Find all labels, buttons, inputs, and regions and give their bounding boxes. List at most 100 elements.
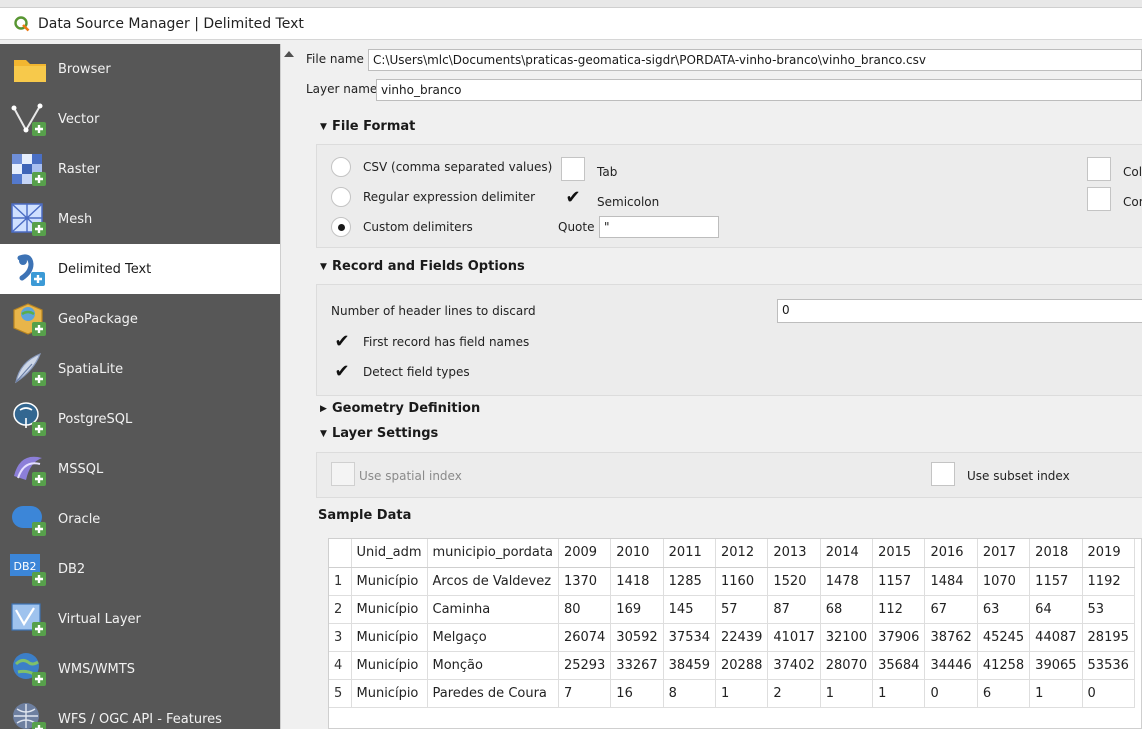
- table-cell[interactable]: Melgaço: [427, 623, 559, 652]
- custom-delimiters-radio[interactable]: [331, 217, 351, 237]
- table-cell[interactable]: 1160: [715, 567, 769, 596]
- table-cell[interactable]: 22439: [715, 623, 769, 652]
- scroll-up-icon[interactable]: [284, 51, 294, 57]
- sidebar-item-browser[interactable]: Browser: [0, 44, 295, 94]
- column-header[interactable]: 2018: [1029, 539, 1083, 568]
- table-cell[interactable]: 7: [558, 679, 612, 708]
- quote-field[interactable]: ": [599, 216, 719, 238]
- colon-checkbox[interactable]: [1087, 157, 1111, 181]
- sidebar-item-oracle[interactable]: Oracle: [0, 494, 295, 544]
- layer-settings-header[interactable]: ▼ Layer Settings: [320, 426, 438, 441]
- subset-index-checkbox[interactable]: [931, 462, 955, 486]
- sidebar-item-vector[interactable]: Vector: [0, 94, 295, 144]
- semicolon-checkbox[interactable]: ✔: [561, 187, 585, 211]
- layer-name-field[interactable]: vinho_branco: [376, 79, 1142, 101]
- table-cell[interactable]: 145: [663, 595, 717, 624]
- table-cell[interactable]: 45245: [977, 623, 1031, 652]
- table-cell[interactable]: 57: [715, 595, 769, 624]
- table-cell[interactable]: 41258: [977, 651, 1031, 680]
- table-cell[interactable]: Monção: [427, 651, 559, 680]
- column-header[interactable]: municipio_pordata: [427, 539, 559, 568]
- table-cell[interactable]: 1: [715, 679, 769, 708]
- table-cell[interactable]: 112: [872, 595, 926, 624]
- table-cell[interactable]: 2: [767, 679, 821, 708]
- row-index-cell[interactable]: 5: [329, 679, 352, 708]
- table-cell[interactable]: 28070: [820, 651, 874, 680]
- record-options-header[interactable]: ▼ Record and Fields Options: [320, 259, 525, 274]
- table-cell[interactable]: 0: [924, 679, 978, 708]
- table-cell[interactable]: 33267: [610, 651, 664, 680]
- column-header[interactable]: 2010: [610, 539, 664, 568]
- table-cell[interactable]: 1484: [924, 567, 978, 596]
- row-index-cell[interactable]: 3: [329, 623, 352, 652]
- tab-checkbox[interactable]: [561, 157, 585, 181]
- table-cell[interactable]: Município: [351, 651, 428, 680]
- table-cell[interactable]: 37402: [767, 651, 821, 680]
- table-cell[interactable]: 8: [663, 679, 717, 708]
- table-cell[interactable]: 68: [820, 595, 874, 624]
- table-cell[interactable]: 37534: [663, 623, 717, 652]
- table-cell[interactable]: Município: [351, 567, 428, 596]
- table-cell[interactable]: 87: [767, 595, 821, 624]
- detect-types-checkbox[interactable]: ✔: [331, 361, 353, 383]
- column-header[interactable]: 2012: [715, 539, 769, 568]
- table-cell[interactable]: Caminha: [427, 595, 559, 624]
- table-cell[interactable]: 30592: [610, 623, 664, 652]
- spatial-index-checkbox[interactable]: [331, 462, 355, 486]
- table-cell[interactable]: 37906: [872, 623, 926, 652]
- table-cell[interactable]: 32100: [820, 623, 874, 652]
- table-cell[interactable]: 80: [558, 595, 612, 624]
- table-cell[interactable]: Município: [351, 623, 428, 652]
- column-header[interactable]: 2011: [663, 539, 717, 568]
- table-cell[interactable]: 1418: [610, 567, 664, 596]
- table-cell[interactable]: 63: [977, 595, 1031, 624]
- row-index-cell[interactable]: 1: [329, 567, 352, 596]
- table-cell[interactable]: 20288: [715, 651, 769, 680]
- table-cell[interactable]: Município: [351, 679, 428, 708]
- column-header[interactable]: 2013: [767, 539, 821, 568]
- csv-radio[interactable]: [331, 157, 351, 177]
- table-cell[interactable]: 1: [1029, 679, 1083, 708]
- table-cell[interactable]: 1192: [1082, 567, 1135, 596]
- table-cell[interactable]: 1370: [558, 567, 612, 596]
- sidebar-item-db2[interactable]: DB2 DB2: [0, 544, 295, 594]
- table-cell[interactable]: 67: [924, 595, 978, 624]
- table-cell[interactable]: 39065: [1029, 651, 1083, 680]
- sidebar-item-geopackage[interactable]: GeoPackage: [0, 294, 295, 344]
- row-index-header[interactable]: [329, 539, 352, 568]
- sidebar-scrollbar[interactable]: [280, 44, 295, 729]
- file-format-header[interactable]: ▼ File Format: [320, 119, 415, 134]
- table-cell[interactable]: 28195: [1082, 623, 1135, 652]
- sidebar-item-virtual-layer[interactable]: Virtual Layer: [0, 594, 295, 644]
- column-header[interactable]: Unid_adm: [351, 539, 428, 568]
- sidebar-item-wms-wmts[interactable]: WMS/WMTS: [0, 644, 295, 694]
- sidebar-item-delimited-text[interactable]: Delimited Text: [0, 244, 295, 294]
- column-header[interactable]: 2015: [872, 539, 926, 568]
- sidebar-item-spatialite[interactable]: SpatiaLite: [0, 344, 295, 394]
- column-header[interactable]: 2019: [1082, 539, 1135, 568]
- sidebar-item-mssql[interactable]: MSSQL: [0, 444, 295, 494]
- table-cell[interactable]: 53536: [1082, 651, 1135, 680]
- table-cell[interactable]: 64: [1029, 595, 1083, 624]
- column-header[interactable]: 2017: [977, 539, 1031, 568]
- table-cell[interactable]: 41017: [767, 623, 821, 652]
- row-index-cell[interactable]: 2: [329, 595, 352, 624]
- table-cell[interactable]: 44087: [1029, 623, 1083, 652]
- table-cell[interactable]: 169: [610, 595, 664, 624]
- table-cell[interactable]: 38762: [924, 623, 978, 652]
- table-cell[interactable]: 1: [820, 679, 874, 708]
- header-lines-spinbox[interactable]: 0: [777, 299, 1142, 323]
- table-cell[interactable]: 35684: [872, 651, 926, 680]
- first-record-checkbox[interactable]: ✔: [331, 331, 353, 353]
- sidebar-item-postgresql[interactable]: PostgreSQL: [0, 394, 295, 444]
- file-name-field[interactable]: C:\Users\mlc\Documents\praticas-geomatic…: [368, 49, 1142, 71]
- table-cell[interactable]: 26074: [558, 623, 612, 652]
- table-cell[interactable]: 0: [1082, 679, 1135, 708]
- sidebar-item-raster[interactable]: Raster: [0, 144, 295, 194]
- column-header[interactable]: 2016: [924, 539, 978, 568]
- table-cell[interactable]: 1157: [1029, 567, 1083, 596]
- table-cell[interactable]: Paredes de Coura: [427, 679, 559, 708]
- sample-data-table[interactable]: Unid_adm municipio_pordata 2009 2010 2011 201…: [328, 538, 1142, 729]
- sidebar-item-mesh[interactable]: Mesh: [0, 194, 295, 244]
- table-cell[interactable]: 53: [1082, 595, 1135, 624]
